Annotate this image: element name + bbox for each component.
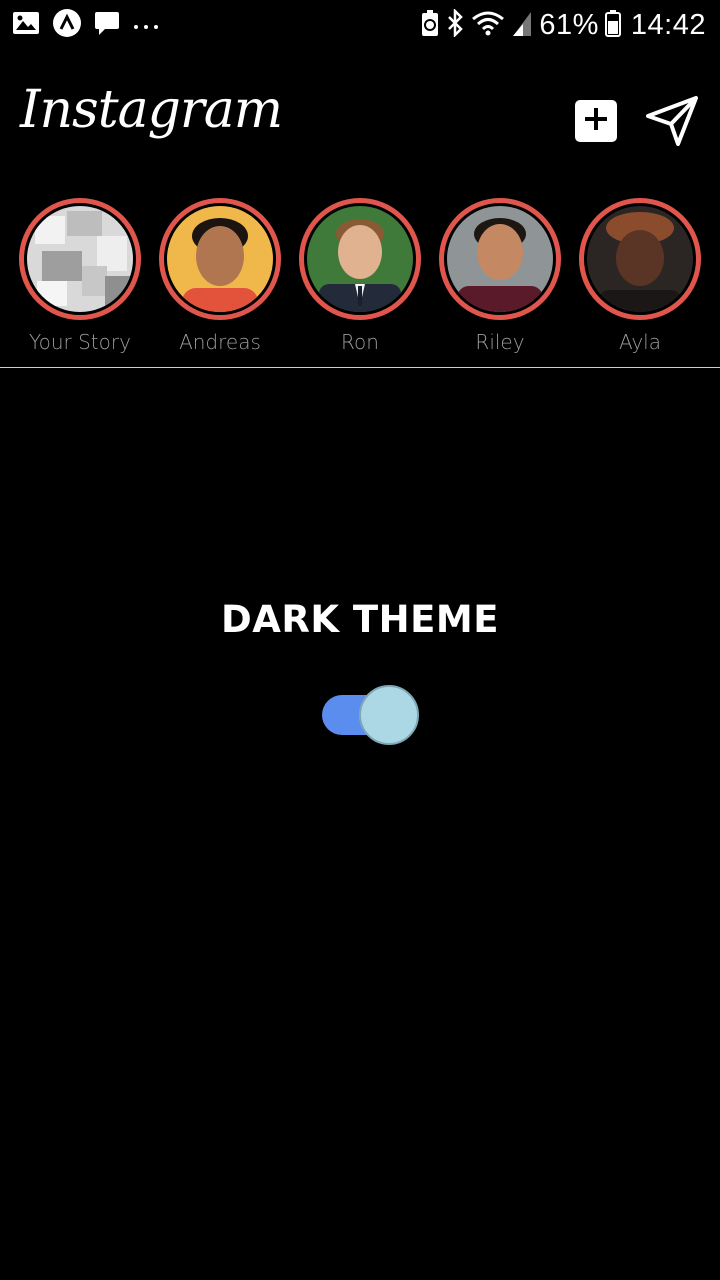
avatar bbox=[447, 206, 553, 312]
clock: 14:42 bbox=[630, 8, 706, 41]
story-label: Ron bbox=[341, 330, 379, 354]
battery-saver-icon bbox=[421, 9, 439, 41]
battery-icon bbox=[604, 9, 621, 41]
toggle-knob bbox=[359, 685, 419, 745]
bluetooth-icon bbox=[445, 7, 465, 41]
story-ring bbox=[299, 198, 421, 320]
dark-theme-title: DARK THEME bbox=[221, 598, 499, 641]
plus-square-icon bbox=[583, 106, 609, 136]
direct-message-button[interactable] bbox=[644, 94, 700, 148]
story-riley[interactable]: Riley bbox=[430, 198, 570, 368]
app-icon bbox=[52, 8, 82, 42]
signal-icon bbox=[511, 10, 533, 40]
message-icon bbox=[94, 10, 120, 40]
story-ring bbox=[579, 198, 701, 320]
story-ron[interactable]: Ron bbox=[290, 198, 430, 368]
story-ring bbox=[439, 198, 561, 320]
story-ring bbox=[159, 198, 281, 320]
story-label: Ayla bbox=[619, 330, 661, 354]
avatar bbox=[307, 206, 413, 312]
app-header: Instagram bbox=[0, 60, 720, 180]
instagram-logo: Instagram bbox=[20, 80, 283, 140]
wifi-icon bbox=[471, 10, 505, 40]
avatar bbox=[167, 206, 273, 312]
story-your-story[interactable]: Your Story bbox=[10, 198, 150, 368]
image-icon bbox=[12, 11, 40, 39]
new-post-button[interactable] bbox=[575, 100, 617, 142]
story-label: Andreas bbox=[179, 330, 261, 354]
more-dots-icon bbox=[132, 16, 160, 35]
paper-plane-icon bbox=[644, 96, 700, 152]
stories-row: Your Story Andreas Ron Riley Ayla bbox=[0, 198, 720, 368]
avatar bbox=[587, 206, 693, 312]
story-label: Riley bbox=[475, 330, 525, 354]
battery-percent: 61% bbox=[539, 8, 599, 41]
dark-theme-toggle[interactable] bbox=[322, 685, 422, 747]
story-label: Your Story bbox=[29, 330, 131, 354]
status-bar: 61% 14:42 bbox=[0, 0, 720, 50]
story-andreas[interactable]: Andreas bbox=[150, 198, 290, 368]
story-ayla[interactable]: Ayla bbox=[570, 198, 710, 368]
avatar bbox=[27, 206, 133, 312]
story-ring bbox=[19, 198, 141, 320]
